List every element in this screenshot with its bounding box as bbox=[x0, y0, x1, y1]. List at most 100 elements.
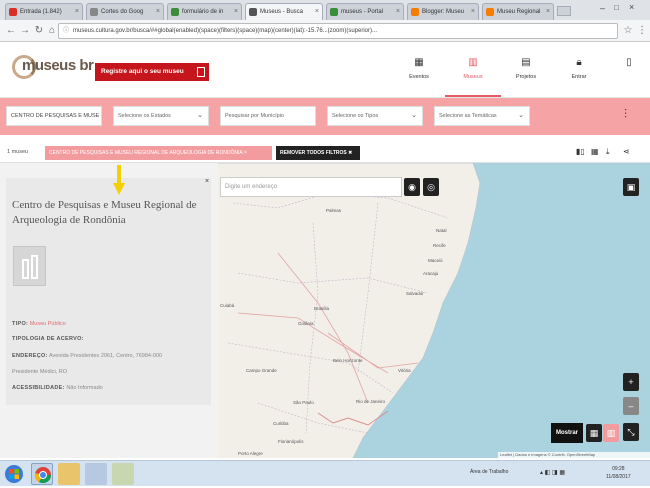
tray-icons[interactable]: ▴ ◧ ◨ ▦ bbox=[540, 469, 565, 476]
nav-entrar[interactable]: 🔒︎ Entrar bbox=[551, 43, 607, 97]
reload-icon[interactable]: ↻ bbox=[33, 24, 45, 38]
window-close-icon[interactable]: × bbox=[629, 2, 634, 12]
home-icon[interactable]: ⌂ bbox=[46, 24, 58, 38]
attribute-tipo: TIPO: Museu Público bbox=[12, 321, 66, 327]
map-attribution: Leaflet | Dados e Imagens © Contrib. Ope… bbox=[498, 452, 650, 458]
info-icon: ⓘ bbox=[63, 28, 70, 34]
minimize-icon[interactable]: – bbox=[600, 3, 605, 13]
browser-tab[interactable]: Museu Regional × bbox=[482, 3, 554, 20]
close-icon[interactable]: × bbox=[315, 4, 319, 20]
app-icon[interactable] bbox=[85, 463, 107, 485]
list-view-icon[interactable]: ▮▯ bbox=[576, 147, 585, 156]
nav-projetos[interactable]: ▤ Projetos bbox=[498, 43, 554, 97]
desktop-label[interactable]: Área de Trabalho bbox=[470, 469, 508, 475]
nav-museus[interactable]: ▥ Museus bbox=[445, 43, 501, 97]
browser-tab[interactable]: Cortes do Goog × bbox=[86, 3, 164, 20]
city-label: Maceió bbox=[428, 258, 443, 263]
attribute-endereco: ENDEREÇO: Avenida Presidentes 2061, Cent… bbox=[12, 353, 162, 359]
chrome-taskbar-button[interactable] bbox=[31, 463, 53, 485]
close-icon[interactable]: × bbox=[234, 4, 238, 20]
close-icon[interactable]: × bbox=[396, 4, 400, 20]
city-label: Recife bbox=[433, 243, 446, 248]
site-header: museus br Registre aqui o seu museu ▦ Ev… bbox=[0, 43, 650, 98]
browser-tab[interactable]: formulário de in × bbox=[167, 3, 242, 20]
page-icon bbox=[90, 8, 98, 16]
lock-icon: 🔒︎ bbox=[576, 57, 582, 68]
close-icon[interactable]: × bbox=[205, 178, 209, 185]
url-input[interactable]: ⓘ museus.cultura.gov.br/busca/##global(e… bbox=[58, 23, 618, 39]
city-label: Florianópolis bbox=[278, 439, 304, 444]
map-tiles bbox=[218, 163, 481, 458]
grid-view-icon[interactable]: ▦ bbox=[591, 147, 599, 156]
city-label: Vitória bbox=[398, 368, 411, 373]
browser-tab[interactable]: Entrada (1.842) × bbox=[5, 3, 83, 20]
keyword-search-input[interactable]: CENTRO DE PESQUISAS E MUSE bbox=[6, 106, 102, 126]
building-icon: ▥ bbox=[468, 57, 478, 68]
site-logo[interactable]: museus br bbox=[22, 57, 94, 74]
browser-tab[interactable]: museus - Portal × bbox=[326, 3, 404, 20]
result-count: 1 museu bbox=[7, 149, 29, 155]
folder-icon[interactable] bbox=[58, 463, 80, 485]
nav-extra[interactable]: ▯ bbox=[601, 43, 650, 97]
city-label: Goiânia bbox=[298, 321, 314, 326]
blogger-icon bbox=[486, 8, 494, 16]
municipality-input[interactable]: Pesquisar por Município bbox=[220, 106, 316, 126]
filter-bar: CENTRO DE PESQUISAS E MUSE Selecione os … bbox=[0, 98, 650, 135]
geolocation-icon[interactable]: ◎ bbox=[423, 178, 439, 196]
browser-tab[interactable]: Blogger: Museu × bbox=[407, 3, 479, 20]
themes-select[interactable]: Selecione as Temáticas ⌄ bbox=[434, 106, 530, 126]
loading-icon bbox=[249, 8, 257, 16]
chrome-icon bbox=[34, 467, 52, 484]
remove-filters-button[interactable]: REMOVER TODOS FILTROS ✖ bbox=[276, 146, 360, 160]
building-icon[interactable]: ▥ bbox=[603, 424, 619, 442]
city-label: Palmas bbox=[326, 208, 342, 213]
sheets-icon bbox=[330, 8, 338, 16]
paint-icon[interactable] bbox=[112, 463, 134, 485]
fullscreen-icon[interactable]: ▣ bbox=[623, 178, 639, 196]
forward-icon[interactable]: → bbox=[19, 24, 31, 38]
download-icon[interactable]: ⤓ bbox=[606, 147, 610, 157]
attribute-acessibilidade: ACESSIBILIDADE: Não Informado bbox=[12, 385, 103, 391]
share-icon[interactable]: ⋖ bbox=[623, 147, 630, 156]
close-icon[interactable]: × bbox=[471, 4, 475, 20]
city-label: Curitiba bbox=[273, 421, 289, 426]
active-filter-chip[interactable]: CENTRO DE PESQUISAS E MUSEU REGIONAL DE … bbox=[45, 146, 272, 160]
close-icon[interactable]: × bbox=[75, 4, 79, 20]
city-label: Campo Grande bbox=[246, 368, 277, 373]
star-icon[interactable]: ☆ bbox=[622, 24, 634, 38]
expand-icon[interactable]: ⤡ bbox=[623, 423, 639, 441]
new-tab-button[interactable] bbox=[557, 6, 571, 16]
chevron-down-icon: ⌄ bbox=[518, 112, 524, 119]
blogger-icon bbox=[411, 8, 419, 16]
types-select[interactable]: Selecione os Tipos ⌄ bbox=[327, 106, 423, 126]
map-view[interactable]: Natal Recife Maceió Aracaju Salvador Bra… bbox=[218, 163, 650, 458]
zoom-out-button[interactable]: – bbox=[623, 397, 639, 415]
mostrar-button[interactable]: Mostrar bbox=[551, 423, 583, 443]
locate-icon[interactable]: ◉ bbox=[404, 178, 420, 196]
museum-title[interactable]: Centro de Pesquisas e Museu Regional de … bbox=[12, 198, 210, 228]
city-label: Rio de Janeiro bbox=[356, 399, 386, 404]
close-icon[interactable]: × bbox=[156, 4, 160, 20]
results-toolbar: 1 museu CENTRO DE PESQUISAS E MUSEU REGI… bbox=[0, 142, 650, 163]
close-icon[interactable]: × bbox=[546, 4, 550, 20]
zoom-in-button[interactable]: + bbox=[623, 373, 639, 391]
maximize-icon[interactable]: □ bbox=[614, 3, 619, 12]
city-label: Aracaju bbox=[423, 271, 439, 276]
document-icon: ▤ bbox=[521, 57, 531, 68]
calendar-icon[interactable]: ▦ bbox=[586, 424, 602, 442]
address-search-input[interactable]: Digite um endereço bbox=[220, 177, 402, 197]
nav-eventos[interactable]: ▦ Eventos bbox=[391, 43, 447, 97]
register-museum-button[interactable]: Registre aqui o seu museu bbox=[95, 63, 209, 81]
attribute-tipologia: TIPOLOGIA DE ACERVO: bbox=[12, 336, 84, 342]
city-label: Cuiabá bbox=[220, 303, 235, 308]
menu-icon[interactable]: ⋮ bbox=[636, 24, 648, 38]
city-label: Natal bbox=[436, 228, 447, 233]
clock[interactable]: 09:28 11/08/2017 bbox=[606, 465, 631, 481]
back-icon[interactable]: ← bbox=[5, 24, 17, 38]
states-select[interactable]: Selecione os Estados ⌄ bbox=[113, 106, 209, 126]
sliders-icon[interactable]: ⫶ bbox=[624, 107, 627, 122]
chevron-down-icon: ⌄ bbox=[197, 112, 203, 119]
city-label: Porto Alegre bbox=[238, 451, 263, 456]
windows-start-icon[interactable] bbox=[4, 464, 24, 484]
browser-tab-active[interactable]: Museus - Busca × bbox=[245, 3, 323, 20]
